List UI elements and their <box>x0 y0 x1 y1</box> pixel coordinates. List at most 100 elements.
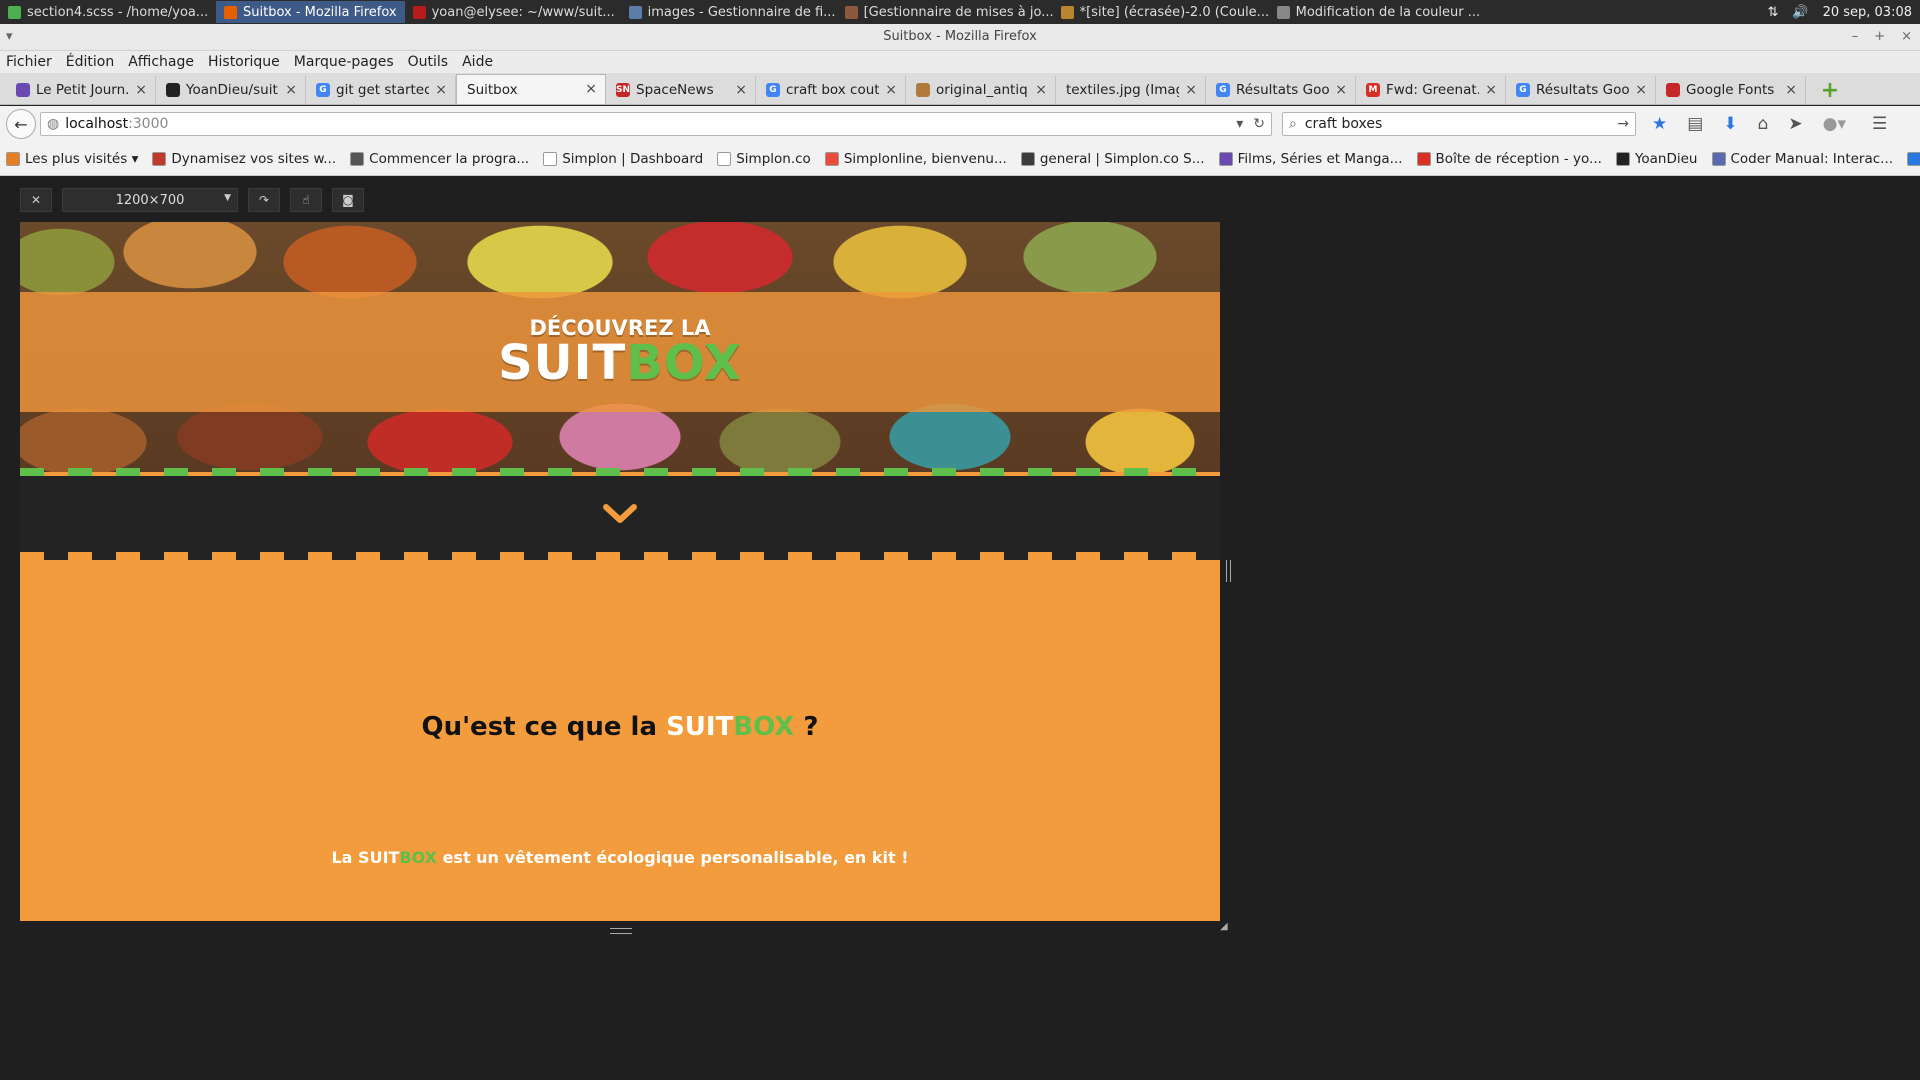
touch-simulation-button[interactable]: ☝ <box>290 188 322 212</box>
close-rdm-button[interactable]: ✕ <box>20 188 52 212</box>
close-icon: ✕ <box>30 193 42 207</box>
bookmark-item[interactable]: Simplon | Dashboard <box>543 151 703 167</box>
taskbar-item[interactable]: [Gestionnaire de mises à jo... <box>837 1 1053 23</box>
bookmark-label: Simplon | Dashboard <box>562 150 704 167</box>
bookmark-item[interactable]: general | Simplon.co S... <box>1020 150 1205 167</box>
heading-suit: SUIT <box>666 712 734 742</box>
bookmark-item[interactable]: Boîte de réception - yo... <box>1416 150 1602 167</box>
search-bar[interactable]: ⌕ craft boxes → <box>1282 112 1636 136</box>
resize-handle-right[interactable] <box>1226 560 1231 582</box>
browser-tab[interactable]: Le Petit Journ... × <box>6 76 156 104</box>
menu-fichier[interactable]: Fichier <box>6 54 52 70</box>
adblock-icon[interactable]: ●▾ <box>1823 114 1846 134</box>
browser-tab[interactable]: Gcraft box cout... × <box>756 76 906 104</box>
volume-icon[interactable]: 🔊 <box>1792 5 1808 20</box>
tab-close-icon[interactable]: × <box>1035 82 1047 98</box>
network-icon[interactable]: ⇅ <box>1767 5 1778 20</box>
download-icon[interactable]: ⬇ <box>1723 114 1737 134</box>
chevron-down-icon[interactable] <box>602 504 638 524</box>
menu-affichage[interactable]: Affichage <box>128 54 194 70</box>
bookmark-item[interactable]: Coder Manual: Interac... <box>1711 151 1893 167</box>
browser-tab[interactable]: SN SpaceNews × <box>606 76 756 104</box>
home-icon[interactable]: ⌂ <box>1758 114 1769 134</box>
site-identity-icon[interactable]: ◍ <box>47 116 59 132</box>
new-tab-icon[interactable]: + <box>1816 76 1844 104</box>
browser-tab[interactable]: Google Fonts × <box>1656 76 1806 104</box>
rotate-button[interactable]: ↷ <box>248 188 280 212</box>
menu-historique[interactable]: Historique <box>208 54 280 70</box>
tab-close-icon[interactable]: × <box>435 82 447 98</box>
browser-tab[interactable]: Ggit get started... × <box>306 76 456 104</box>
window-title: Suitbox - Mozilla Firefox <box>883 29 1037 44</box>
viewport-size-select[interactable]: 1200×700 ▼ <box>62 188 238 212</box>
tab-close-icon[interactable]: × <box>1785 82 1797 98</box>
bookmark-item[interactable]: Convertisseur de coul... <box>1907 151 1920 167</box>
resize-handle-corner[interactable]: ◢ <box>1220 922 1230 932</box>
bookmark-item[interactable]: YoanDieu <box>1615 151 1698 167</box>
taskbar-item[interactable]: Suitbox - Mozilla Firefox <box>216 1 405 23</box>
screenshot-button[interactable]: ◙ <box>332 188 364 212</box>
reading-list-icon[interactable]: ▤ <box>1687 114 1703 134</box>
search-go-icon[interactable]: → <box>1617 116 1629 132</box>
browser-tab[interactable]: textiles.jpg (Imag... × <box>1056 76 1206 104</box>
taskbar-item[interactable]: yoan@elysee: ~/www/suit... <box>405 1 621 23</box>
taskbar-item[interactable]: section4.scss - /home/yoa... <box>0 1 216 23</box>
menu-outils[interactable]: Outils <box>408 54 448 70</box>
app-icon <box>1060 5 1074 19</box>
taskbar-item[interactable]: Modification de la couleur ... <box>1269 1 1485 23</box>
browser-tab[interactable]: YoanDieu/suit... × <box>156 76 306 104</box>
send-icon[interactable]: ➤ <box>1788 114 1802 134</box>
tab-close-icon[interactable]: × <box>1485 82 1497 98</box>
back-button[interactable]: ← <box>6 109 36 139</box>
bookmark-item[interactable]: Commencer la progra... <box>350 151 529 167</box>
browser-tab[interactable]: Suitbox × <box>456 74 606 104</box>
tab-close-icon[interactable]: × <box>285 82 297 98</box>
bookmark-label: Films, Séries et Manga... <box>1237 150 1403 167</box>
bookmark-favicon-icon <box>6 151 20 166</box>
taskbar-item[interactable]: *[site] (écrasée)-2.0 (Coule... <box>1053 1 1269 23</box>
maximize-icon[interactable]: + <box>1874 24 1885 50</box>
tab-close-icon[interactable]: × <box>1335 82 1347 98</box>
window-menu-icon[interactable]: ▾ <box>6 24 13 50</box>
browser-tab[interactable]: G Résultats Goo... × <box>1506 76 1656 104</box>
menu-edition[interactable]: Édition <box>66 54 114 70</box>
url-bar[interactable]: ◍ localhost :3000 ▾ ↻ <box>40 112 1272 136</box>
close-window-icon[interactable]: × <box>1901 24 1912 50</box>
browser-tab[interactable]: M Fwd: Greenat... × <box>1356 76 1506 104</box>
tab-close-icon[interactable]: × <box>1635 82 1647 98</box>
bookmark-item[interactable]: Simplon.co <box>717 151 811 167</box>
hamburger-menu-icon[interactable]: ☰ <box>1872 114 1887 134</box>
minimize-icon[interactable]: – <box>1852 24 1859 50</box>
heading-post: ? <box>794 712 819 742</box>
taskbar-item[interactable]: images - Gestionnaire de fi... <box>621 1 837 23</box>
bookmark-item[interactable]: Simplonline, bienvenu... <box>824 151 1007 167</box>
tab-favicon-icon: SN <box>616 83 631 97</box>
bookmark-star-icon[interactable]: ★ <box>1652 114 1667 134</box>
browser-tab[interactable]: original_antiq... × <box>906 76 1056 104</box>
tab-close-icon[interactable]: × <box>735 82 747 98</box>
bookmark-item[interactable]: Les plus visités ▾ <box>6 151 138 167</box>
tab-close-icon[interactable]: × <box>135 82 147 98</box>
tab-close-icon[interactable]: × <box>585 81 597 97</box>
bookmark-label: Boîte de réception - yo... <box>1435 150 1602 167</box>
taskbar-item-label: *[site] (écrasée)-2.0 (Coule... <box>1079 4 1269 20</box>
reload-icon[interactable]: ↻ <box>1253 116 1265 132</box>
menu-marque-pages[interactable]: Marque-pages <box>294 54 394 70</box>
menu-aide[interactable]: Aide <box>462 54 493 70</box>
browser-tab[interactable]: G Résultats Goo... × <box>1206 76 1356 104</box>
search-input[interactable]: craft boxes <box>1305 116 1382 132</box>
responsive-design-toolbar: ✕ 1200×700 ▼ ↷ ☝ ◙ <box>20 188 364 212</box>
tab-close-icon[interactable]: × <box>1185 82 1197 98</box>
bookmark-item[interactable]: Dynamisez vos sites w... <box>152 151 336 167</box>
taskbar-item-label: section4.scss - /home/yoa... <box>27 4 209 20</box>
url-dropdown-icon[interactable]: ▾ <box>1236 116 1243 132</box>
bookmark-label: general | Simplon.co S... <box>1039 150 1205 167</box>
tab-favicon-icon: G <box>766 83 780 97</box>
tab-favicon-icon <box>16 83 30 97</box>
tab-close-icon[interactable]: × <box>885 82 897 98</box>
url-port: :3000 <box>128 116 169 132</box>
bookmark-item[interactable]: Films, Séries et Manga... <box>1218 150 1403 167</box>
resize-handle-bottom[interactable] <box>610 928 632 934</box>
clock[interactable]: 20 sep, 03:08 <box>1823 5 1912 20</box>
logo-suit: SUIT <box>498 335 627 391</box>
